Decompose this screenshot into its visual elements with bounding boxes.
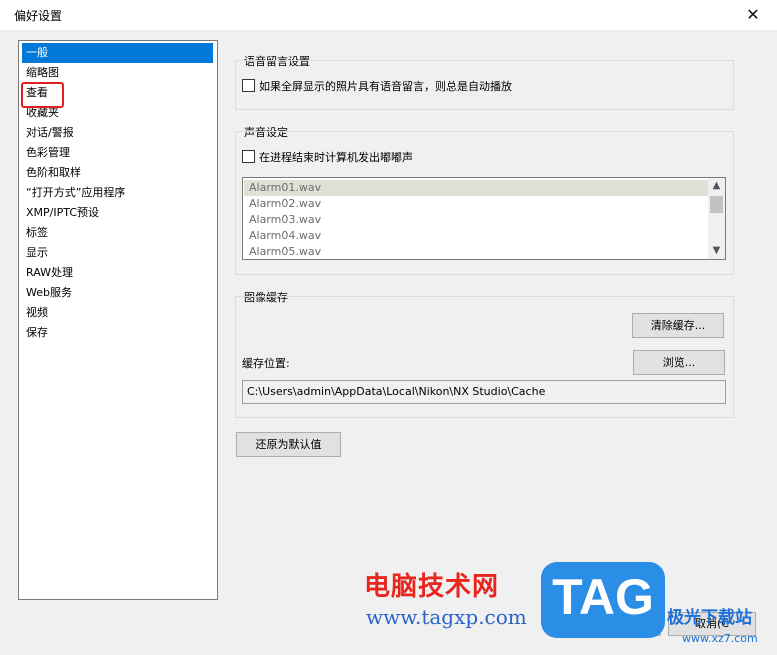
close-icon[interactable]: ✕ <box>738 2 768 28</box>
browse-button[interactable]: 浏览... <box>633 350 725 375</box>
category-item-raw[interactable]: RAW处理 <box>22 263 213 283</box>
watermark-tag-logo: TAG <box>541 562 665 638</box>
clear-cache-button[interactable]: 清除缓存... <box>632 313 724 338</box>
category-item-labels[interactable]: 标签 <box>22 223 213 243</box>
window-title: 偏好设置 <box>14 9 63 23</box>
watermark-site-url: www.xz7.com <box>682 632 758 645</box>
scroll-thumb[interactable] <box>710 196 723 213</box>
category-item-open-with[interactable]: “打开方式”应用程序 <box>22 183 213 203</box>
category-item-levels-sampling[interactable]: 色阶和取样 <box>22 163 213 183</box>
category-item-xmp-iptc[interactable]: XMP/IPTC预设 <box>22 203 213 223</box>
category-item-web-services[interactable]: Web服务 <box>22 283 213 303</box>
category-item-save[interactable]: 保存 <box>22 323 213 343</box>
watermark-tag-text: TAG <box>552 569 654 625</box>
category-item-video[interactable]: 视频 <box>22 303 213 323</box>
category-item-thumbnails[interactable]: 缩略图 <box>22 63 213 83</box>
scrollbar[interactable]: ▲ ▼ <box>708 178 725 259</box>
restore-defaults-button[interactable]: 还原为默认值 <box>236 432 341 457</box>
autoplay-checkbox[interactable] <box>242 79 255 92</box>
highlight-box <box>21 82 64 108</box>
beep-label: 在进程结束时计算机发出嘟嘟声 <box>259 151 413 164</box>
cache-path-field[interactable]: C:\Users\admin\AppData\Local\Nikon\NX St… <box>242 380 726 404</box>
list-item[interactable]: Alarm02.wav <box>244 196 708 212</box>
cache-location-label: 缓存位置: <box>242 357 290 370</box>
category-item-dialogs-alerts[interactable]: 对话/警报 <box>22 123 213 143</box>
category-item-color-management[interactable]: 色彩管理 <box>22 143 213 163</box>
autoplay-label: 如果全屏显示的照片具有语音留言，则总是自动播放 <box>259 80 512 93</box>
list-item[interactable]: Alarm01.wav <box>244 180 708 196</box>
list-item[interactable]: Alarm05.wav <box>244 244 708 259</box>
scroll-up-icon[interactable]: ▲ <box>708 178 725 194</box>
category-item-general[interactable]: 一般 <box>22 43 213 63</box>
sound-file-list[interactable]: Alarm01.wav Alarm02.wav Alarm03.wav Alar… <box>242 177 726 260</box>
watermark-url: www.tagxp.com <box>366 605 527 629</box>
category-item-display[interactable]: 显示 <box>22 243 213 263</box>
scroll-down-icon[interactable]: ▼ <box>708 243 725 259</box>
list-item[interactable]: Alarm04.wav <box>244 228 708 244</box>
category-list[interactable]: 一般 缩略图 查看 收藏夹 对话/警报 色彩管理 色阶和取样 “打开方式”应用程… <box>18 40 218 600</box>
list-item[interactable]: Alarm03.wav <box>244 212 708 228</box>
watermark-text: 电脑技术网 <box>364 572 500 602</box>
beep-checkbox[interactable] <box>242 150 255 163</box>
title-bar: 偏好设置 ✕ <box>0 0 777 30</box>
watermark-site: 极光下载站 <box>667 608 752 628</box>
